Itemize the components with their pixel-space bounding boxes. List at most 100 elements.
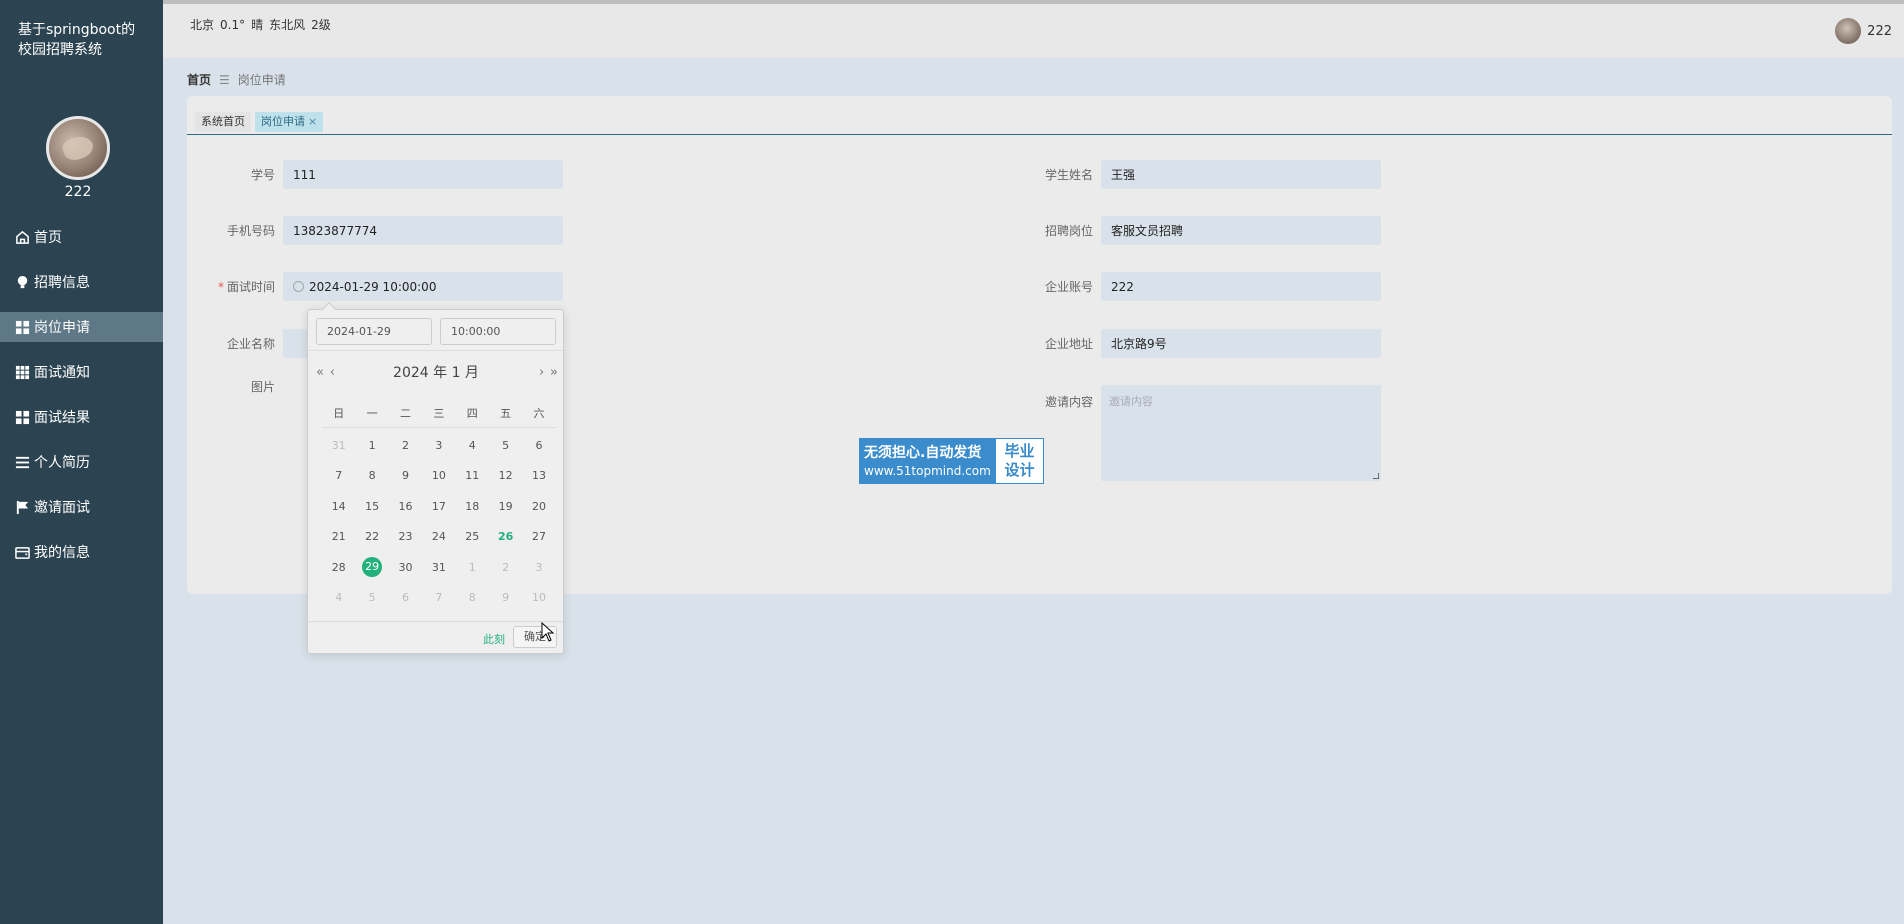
calendar-day[interactable]: 5 [355, 591, 388, 604]
invite-content-textarea[interactable]: 邀请内容 [1101, 385, 1381, 481]
calendar-day[interactable]: 6 [522, 439, 555, 452]
calendar-day[interactable]: 9 [489, 591, 522, 604]
tab-bar: 系统首页 岗位申请 × [195, 112, 327, 132]
phone-input[interactable]: 13823877774 [283, 216, 563, 245]
calendar-day[interactable]: 21 [322, 530, 355, 543]
calendar-day[interactable]: 20 [522, 500, 555, 513]
calendar-day[interactable]: 31 [322, 439, 355, 452]
field-label: 学生姓名 [1044, 168, 1093, 182]
position-input[interactable]: 客服文员招聘 [1101, 216, 1381, 245]
field-label: 企业地址 [1044, 337, 1093, 351]
close-icon[interactable]: × [308, 115, 317, 128]
calendar-day[interactable]: 25 [456, 530, 489, 543]
calendar-day-number: 31 [431, 560, 446, 574]
calendar-day[interactable]: 8 [456, 591, 489, 604]
picker-time-input[interactable]: 10:00:00 [440, 318, 556, 345]
calendar-day[interactable]: 5 [489, 439, 522, 452]
header-avatar[interactable] [1835, 18, 1862, 44]
user-menu[interactable]: 222 [1835, 18, 1892, 44]
calendar-day[interactable]: 16 [389, 500, 422, 513]
breadcrumb-home[interactable]: 首页 [187, 71, 211, 88]
sidebar-item-home[interactable]: 首页 [0, 222, 163, 252]
calendar-day[interactable]: 6 [389, 591, 422, 604]
calendar-week: 4 5 6 7 8 9 10 [322, 583, 556, 614]
calendar-day[interactable]: 3 [522, 561, 555, 574]
calendar-day[interactable]: 31 [422, 561, 455, 574]
field-label: 手机号码 [226, 224, 275, 238]
sidebar-menu: 首页 招聘信息 岗位申请 面试通知 面试结果 个人简历 邀请面试 我的信息 [0, 222, 163, 582]
calendar-day[interactable]: 24 [422, 530, 455, 543]
prev-year-icon[interactable]: « [316, 365, 324, 380]
sidebar-item-job-application[interactable]: 岗位申请 [0, 312, 163, 342]
student-id-input[interactable]: 111 [283, 160, 563, 189]
calendar-day[interactable]: 18 [456, 500, 489, 513]
calendar-day[interactable]: 3 [422, 439, 455, 452]
weather-info: 北京 0.1° 晴东北风 2级 [190, 16, 337, 33]
calendar-day[interactable]: 30 [389, 561, 422, 574]
picker-footer: 此刻 确定 [308, 621, 563, 653]
calendar-day[interactable]: 17 [422, 500, 455, 513]
calendar-day-number: 4 [468, 438, 476, 452]
calendar-day-number: 5 [368, 591, 376, 605]
next-year-icon[interactable]: » [550, 365, 558, 380]
next-month-icon[interactable]: › [539, 365, 544, 380]
calendar-day[interactable]: 28 [322, 561, 355, 574]
calendar-day[interactable]: 26 [489, 530, 522, 543]
interview-time-input[interactable]: 2024-01-29 10:00:00 [283, 272, 563, 301]
field-student-id: 学号 111 [187, 160, 563, 189]
student-name-input[interactable]: 王强 [1101, 160, 1381, 189]
calendar-day[interactable]: 14 [322, 500, 355, 513]
weather-condition: 晴 [251, 18, 264, 32]
calendar-day[interactable]: 1 [355, 439, 388, 452]
field-label: 企业名称 [226, 337, 275, 351]
company-address-input[interactable]: 北京路9号 [1101, 329, 1381, 358]
calendar-day[interactable]: 2 [389, 439, 422, 452]
weather-temp: 0.1° [220, 18, 246, 32]
now-button[interactable]: 此刻 [483, 631, 505, 647]
avatar[interactable] [46, 116, 110, 180]
calendar-day[interactable]: 11 [456, 469, 489, 482]
calendar-day[interactable]: 4 [322, 591, 355, 604]
calendar-day-number: 10 [532, 591, 547, 605]
calendar-day[interactable]: 8 [355, 469, 388, 482]
calendar-week: 14 15 16 17 18 19 20 [322, 491, 556, 522]
resize-handle-icon[interactable] [1373, 473, 1379, 479]
tab-job-application[interactable]: 岗位申请 × [255, 112, 324, 132]
calendar-day[interactable]: 7 [422, 591, 455, 604]
picker-date-input[interactable]: 2024-01-29 [316, 318, 432, 345]
calendar-day[interactable]: 23 [389, 530, 422, 543]
company-account-input[interactable]: 222 [1101, 272, 1381, 301]
calendar-day[interactable]: 27 [522, 530, 555, 543]
calendar-day-number: 24 [431, 530, 446, 544]
tab-system-home[interactable]: 系统首页 [195, 112, 251, 132]
calendar-day[interactable]: 10 [522, 591, 555, 604]
breadcrumb: 首页 ☰ 岗位申请 [187, 71, 286, 88]
calendar-day[interactable]: 7 [322, 469, 355, 482]
sidebar-item-my-info[interactable]: 我的信息 [0, 537, 163, 567]
weather-level: 2级 [311, 18, 331, 32]
calendar-day[interactable]: 1 [456, 561, 489, 574]
sidebar-item-recruitment-info[interactable]: 招聘信息 [0, 267, 163, 297]
calendar-day[interactable]: 29 [355, 557, 388, 578]
calendar-day[interactable]: 9 [389, 469, 422, 482]
header-username[interactable]: 222 [1867, 24, 1892, 39]
calendar-day[interactable]: 2 [489, 561, 522, 574]
sidebar-item-resume[interactable]: 个人简历 [0, 447, 163, 477]
calendar-day[interactable]: 12 [489, 469, 522, 482]
app-title: 基于springboot的校园招聘系统 [18, 22, 136, 58]
calendar-day[interactable]: 15 [355, 500, 388, 513]
list-icon [14, 454, 30, 470]
calendar-day[interactable]: 22 [355, 530, 388, 543]
calendar-day-number: 23 [398, 530, 413, 544]
calendar-day[interactable]: 19 [489, 500, 522, 513]
sidebar-item-interview-result[interactable]: 面试结果 [0, 402, 163, 432]
calendar-day[interactable]: 10 [422, 469, 455, 482]
calendar-day-number: 27 [532, 530, 547, 544]
sidebar-item-invite-interview[interactable]: 邀请面试 [0, 492, 163, 522]
sidebar-item-interview-notice[interactable]: 面试通知 [0, 357, 163, 387]
calendar-day[interactable]: 13 [522, 469, 555, 482]
calendar-day[interactable]: 4 [456, 439, 489, 452]
picker-month-title[interactable]: 2024 年 1 月 [393, 362, 479, 382]
calendar-day-number: 17 [431, 499, 446, 513]
prev-month-icon[interactable]: ‹ [330, 365, 335, 380]
